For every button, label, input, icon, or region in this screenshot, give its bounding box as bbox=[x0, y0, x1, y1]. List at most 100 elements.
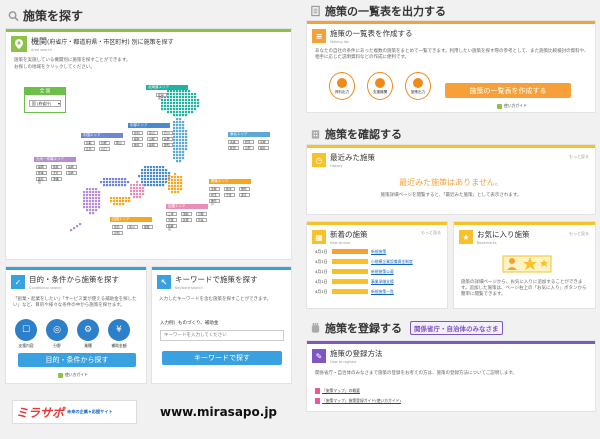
prefecture-select-chubu_prefs-8[interactable]: 愛知 bbox=[162, 143, 173, 147]
new-item-row[interactable]: 4月1日 新規施策公募 bbox=[315, 268, 413, 275]
prefecture-select-chubu_prefs-5[interactable]: 長野 bbox=[162, 137, 173, 141]
list-option-icon-2[interactable]: 施策出力 bbox=[405, 72, 431, 100]
region-kanto[interactable]: 関東エリア bbox=[209, 179, 251, 184]
prefecture-select-shikoku_prefs-1[interactable]: 香川 bbox=[127, 225, 138, 229]
purpose-icon-3[interactable]: ¥ 補助金額 bbox=[107, 319, 131, 349]
map-dot bbox=[176, 157, 179, 160]
list-option-icon-1[interactable]: 支援機関 bbox=[367, 72, 393, 100]
prefecture-select-kyushu_prefs-0[interactable]: 福岡 bbox=[36, 165, 47, 169]
purpose-icon-2[interactable]: ⚙ 業種 bbox=[76, 319, 100, 349]
prefecture-select-shikoku_prefs-3[interactable]: 高知 bbox=[112, 231, 123, 235]
map-dot bbox=[176, 160, 179, 163]
prefecture-select-tohoku_prefs-1[interactable]: 岩手 bbox=[243, 140, 254, 144]
prefecture-select-kinki_prefs-5[interactable]: 奈良 bbox=[196, 218, 207, 222]
region-kinki[interactable]: 近畿エリア bbox=[166, 204, 208, 209]
prefecture-select-chubu_prefs-0[interactable]: 新潟 bbox=[132, 131, 143, 135]
purpose-search-button[interactable]: 目的・条件から探す bbox=[18, 353, 136, 367]
prefecture-select-chugoku_prefs-4[interactable]: 山口 bbox=[99, 147, 110, 151]
prefecture-select-kanto_prefs-6[interactable]: 神奈川 bbox=[209, 199, 220, 206]
prefecture-select-chubu_prefs-6[interactable]: 岐阜 bbox=[132, 143, 143, 147]
keyword-input[interactable] bbox=[160, 330, 284, 341]
prefecture-select-chugoku_prefs-2[interactable]: 岡山 bbox=[114, 141, 125, 145]
region-shikoku[interactable]: 四国エリア bbox=[110, 217, 152, 222]
prefecture-select-kinki_prefs-0[interactable]: 三重 bbox=[166, 212, 177, 216]
map-dot bbox=[197, 105, 200, 108]
prefecture-select-kanto_prefs-0[interactable]: 茨城 bbox=[209, 187, 220, 191]
register-link-overview[interactable]: 「施策マップ」の概要 bbox=[315, 388, 360, 394]
map-dot bbox=[70, 229, 73, 232]
map-dot bbox=[170, 105, 173, 108]
create-list-button[interactable]: 施策の一覧表を作成する bbox=[445, 83, 571, 98]
area-desc-1: 施策を実施している機関別に施策を探すことができます。 bbox=[14, 58, 131, 63]
purpose-icon-1[interactable]: ◎ 分野 bbox=[45, 319, 69, 349]
new-item-row[interactable]: 4月1日 小規模企業設備資金制度 bbox=[315, 258, 413, 265]
prefecture-select-kanto_prefs-1[interactable]: 栃木 bbox=[224, 187, 235, 191]
prefecture-select-kyushu_prefs-2[interactable]: 長崎 bbox=[66, 165, 77, 169]
prefecture-select-hokkaido_prefs-0[interactable]: 北海道 bbox=[156, 93, 167, 100]
prefecture-select-kyushu_prefs-1[interactable]: 佐賀 bbox=[51, 165, 62, 169]
prefecture-select-chubu_prefs-3[interactable]: 福井 bbox=[132, 137, 143, 141]
list-option-icon-0[interactable]: 資料出力 bbox=[329, 72, 355, 100]
mirasapo-logo[interactable]: ミラサポ 未来の企業★応援サイト bbox=[12, 400, 137, 424]
map-dot bbox=[156, 181, 159, 184]
map-dot bbox=[165, 175, 168, 178]
register-link-guide[interactable]: 「施策マップ」施策登録ガイド(使い方ガイド) bbox=[315, 398, 401, 404]
prefecture-select-chubu_prefs-1[interactable]: 富山 bbox=[147, 131, 158, 135]
prefecture-select-kanto_prefs-4[interactable]: 千葉 bbox=[224, 193, 235, 197]
prefecture-select-tohoku_prefs-2[interactable]: 宮城 bbox=[258, 140, 269, 144]
list-making-card: ≡ 施策の一覧表を作成する Making list あなたの自社の条件にあった複… bbox=[306, 20, 596, 113]
category-icon-label: 補助金額 bbox=[111, 343, 127, 348]
prefecture-select-kinki_prefs-1[interactable]: 滋賀 bbox=[181, 212, 192, 216]
map-dot bbox=[136, 181, 139, 184]
prefecture-select-chubu_prefs-2[interactable]: 石川 bbox=[162, 131, 173, 135]
map-dot bbox=[144, 172, 147, 175]
list-guide-link[interactable]: 使い方ガイド bbox=[497, 103, 527, 109]
prefecture-select-chugoku_prefs-1[interactable]: 島根 bbox=[99, 141, 110, 145]
map-dot bbox=[182, 124, 185, 127]
region-tohoku[interactable]: 東北エリア bbox=[228, 132, 270, 137]
new-item-row[interactable]: 4月1日 事業承継支援 bbox=[315, 278, 413, 285]
map-dot bbox=[153, 166, 156, 169]
prefecture-select-kanto_prefs-5[interactable]: 東京 bbox=[239, 193, 250, 197]
prefecture-select-tohoku_prefs-3[interactable]: 秋田 bbox=[228, 146, 239, 150]
prefecture-select-tohoku_prefs-0[interactable]: 青森 bbox=[228, 140, 239, 144]
prefecture-select-chugoku_prefs-3[interactable]: 広島 bbox=[84, 147, 95, 151]
prefecture-select-kyushu_prefs-6[interactable]: 鹿児島 bbox=[36, 177, 47, 184]
new-item-row[interactable]: 4月1日 新規施策 bbox=[315, 248, 413, 255]
region-chugoku[interactable]: 中国エリア bbox=[81, 133, 123, 138]
map-dot bbox=[179, 148, 182, 151]
prefecture-select-shikoku_prefs-2[interactable]: 愛媛 bbox=[142, 225, 153, 229]
map-dot bbox=[179, 145, 182, 148]
prefecture-select-tohoku_prefs-4[interactable]: 山形 bbox=[243, 146, 254, 150]
prefecture-select-kyushu_prefs-5[interactable]: 宮崎 bbox=[66, 171, 77, 175]
region-hokkaido[interactable]: 北海道エリア bbox=[146, 85, 188, 90]
purpose-guide-link[interactable]: 使い方ガイド bbox=[58, 372, 88, 378]
prefecture-select-tohoku_prefs-5[interactable]: 福島 bbox=[258, 146, 269, 150]
new-more-link[interactable]: もっと見る bbox=[421, 230, 441, 236]
prefecture-select-kinki_prefs-3[interactable]: 大阪 bbox=[166, 218, 177, 222]
prefecture-select-kanto_prefs-3[interactable]: 埼玉 bbox=[209, 193, 220, 197]
fav-more-link[interactable]: もっと見る bbox=[569, 231, 589, 237]
prefecture-select-kinki_prefs-4[interactable]: 兵庫 bbox=[181, 218, 192, 222]
prefecture-select-chugoku_prefs-0[interactable]: 鳥取 bbox=[84, 141, 95, 145]
prefecture-select-kinki_prefs-2[interactable]: 京都 bbox=[196, 212, 207, 216]
recent-more-link[interactable]: もっと見る bbox=[569, 154, 589, 160]
map-dot bbox=[165, 181, 168, 184]
prefecture-select-chubu_prefs-4[interactable]: 山梨 bbox=[147, 137, 158, 141]
national-select[interactable]: 国 (府省庁) ▾ bbox=[29, 100, 61, 107]
prefecture-select-kanto_prefs-2[interactable]: 群馬 bbox=[239, 187, 250, 191]
map-dot bbox=[191, 111, 194, 114]
prefecture-select-kyushu_prefs-3[interactable]: 熊本 bbox=[36, 171, 47, 175]
prefecture-select-kyushu_prefs-7[interactable]: 沖縄 bbox=[51, 177, 62, 181]
prefecture-select-kinki_prefs-6[interactable]: 和歌山 bbox=[166, 224, 177, 231]
region-kyushu[interactable]: 九州・沖縄エリア bbox=[34, 157, 76, 162]
prefecture-select-chubu_prefs-7[interactable]: 静岡 bbox=[147, 143, 158, 147]
region-chubu[interactable]: 中部エリア bbox=[128, 123, 170, 128]
map-dot bbox=[185, 136, 188, 139]
new-item-row[interactable]: 4月1日 新規施策一覧 bbox=[315, 288, 413, 295]
area-desc-2: お探しの地域をクリックしてください。 bbox=[14, 65, 95, 70]
prefecture-select-shikoku_prefs-0[interactable]: 徳島 bbox=[112, 225, 123, 229]
purpose-icon-0[interactable]: ☐ 支援内容 bbox=[14, 319, 38, 349]
keyword-search-button[interactable]: キーワードで探す bbox=[162, 351, 282, 365]
prefecture-select-kyushu_prefs-4[interactable]: 大分 bbox=[51, 171, 62, 175]
